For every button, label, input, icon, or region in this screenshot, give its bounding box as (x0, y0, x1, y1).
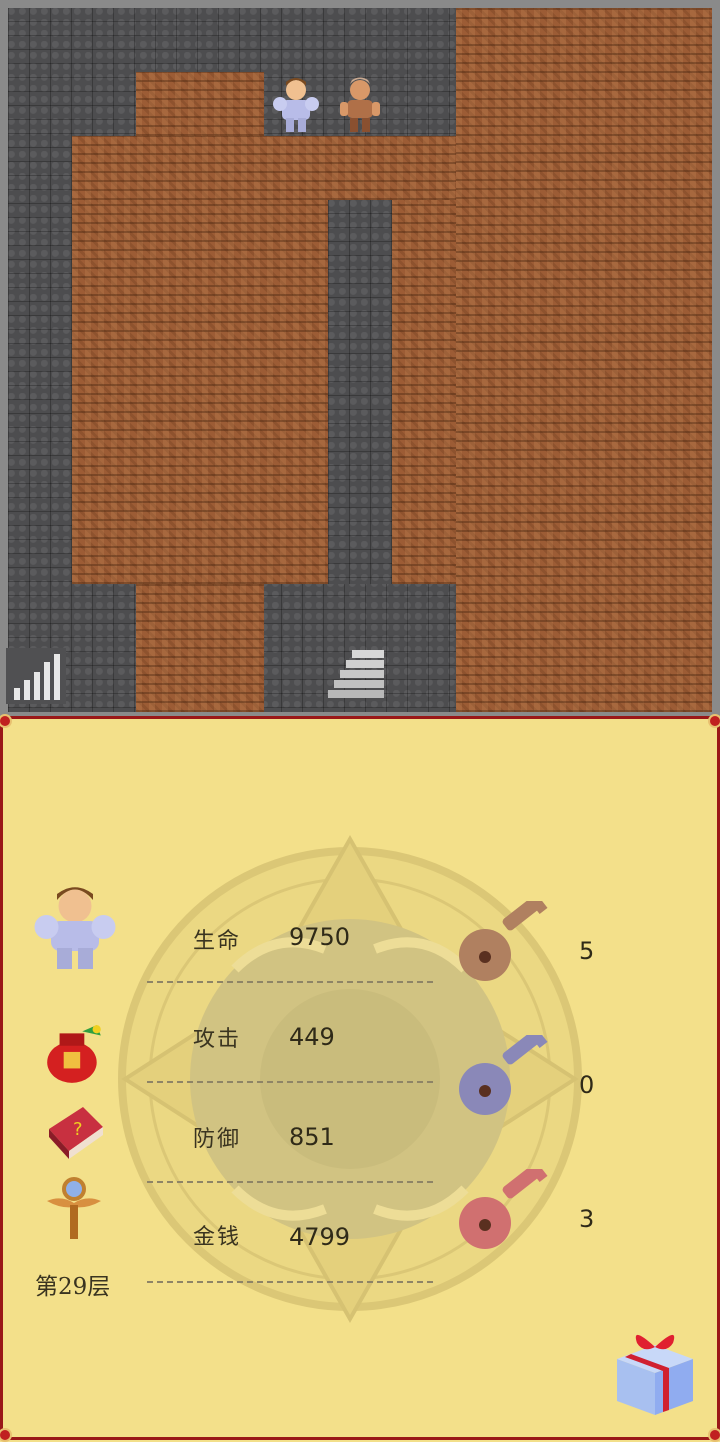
map-view[interactable] (0, 0, 720, 720)
stat-label-attack: 攻击 (193, 1027, 242, 1052)
stat-value-attack: 449 (289, 1023, 335, 1051)
game-screen: ? 第29层 生命 9750 攻击 449 防御 851 金钱 4799 5 0… (0, 0, 720, 1442)
floor-tile[interactable] (392, 200, 456, 584)
stat-value-hp: 9750 (289, 923, 351, 951)
stat-label-gold: 金钱 (193, 1225, 242, 1250)
divider (147, 981, 433, 983)
stairs-up-icon[interactable] (326, 646, 388, 706)
monster-book-icon[interactable]: ? (43, 1101, 107, 1165)
stat-value-defense: 851 (289, 1123, 335, 1151)
lucky-bag-icon[interactable] (41, 1021, 107, 1087)
floor-fly-wand-icon[interactable] (43, 1175, 105, 1241)
floor-tile[interactable] (456, 8, 712, 712)
divider (147, 1281, 433, 1283)
floor-indicator: 第29层 (35, 1274, 111, 1300)
red-key-count: 3 (579, 1205, 595, 1233)
red-key-icon (459, 1169, 548, 1249)
armored-hero-icon[interactable] (264, 72, 328, 136)
status-panel: ? 第29层 生命 9750 攻击 449 防御 851 金钱 4799 5 0… (0, 714, 720, 1442)
stat-label-hp: 生命 (193, 929, 242, 954)
divider (147, 1181, 433, 1183)
signal-strength-icon[interactable] (6, 648, 66, 704)
yellow-key-count: 5 (579, 937, 595, 965)
stat-label-defense: 防御 (193, 1127, 242, 1152)
thief-npc-icon[interactable] (328, 72, 392, 136)
gift-box-icon[interactable] (609, 1325, 699, 1417)
blue-key-icon (459, 1035, 548, 1115)
floor-tile[interactable] (72, 136, 456, 200)
panel-corner (708, 714, 720, 728)
floor-tile[interactable] (136, 72, 264, 136)
panel-corner (0, 714, 12, 728)
floor-tile[interactable] (72, 200, 328, 584)
floor-tile[interactable] (136, 584, 264, 712)
stat-value-gold: 4799 (289, 1223, 351, 1251)
map-grid[interactable] (8, 8, 712, 712)
divider (147, 1081, 433, 1083)
svg-text:?: ? (73, 1119, 83, 1140)
yellow-key-icon (459, 901, 548, 981)
hero-portrait-icon[interactable] (27, 879, 123, 975)
wall-column (328, 200, 392, 584)
blue-key-count: 0 (579, 1071, 595, 1099)
